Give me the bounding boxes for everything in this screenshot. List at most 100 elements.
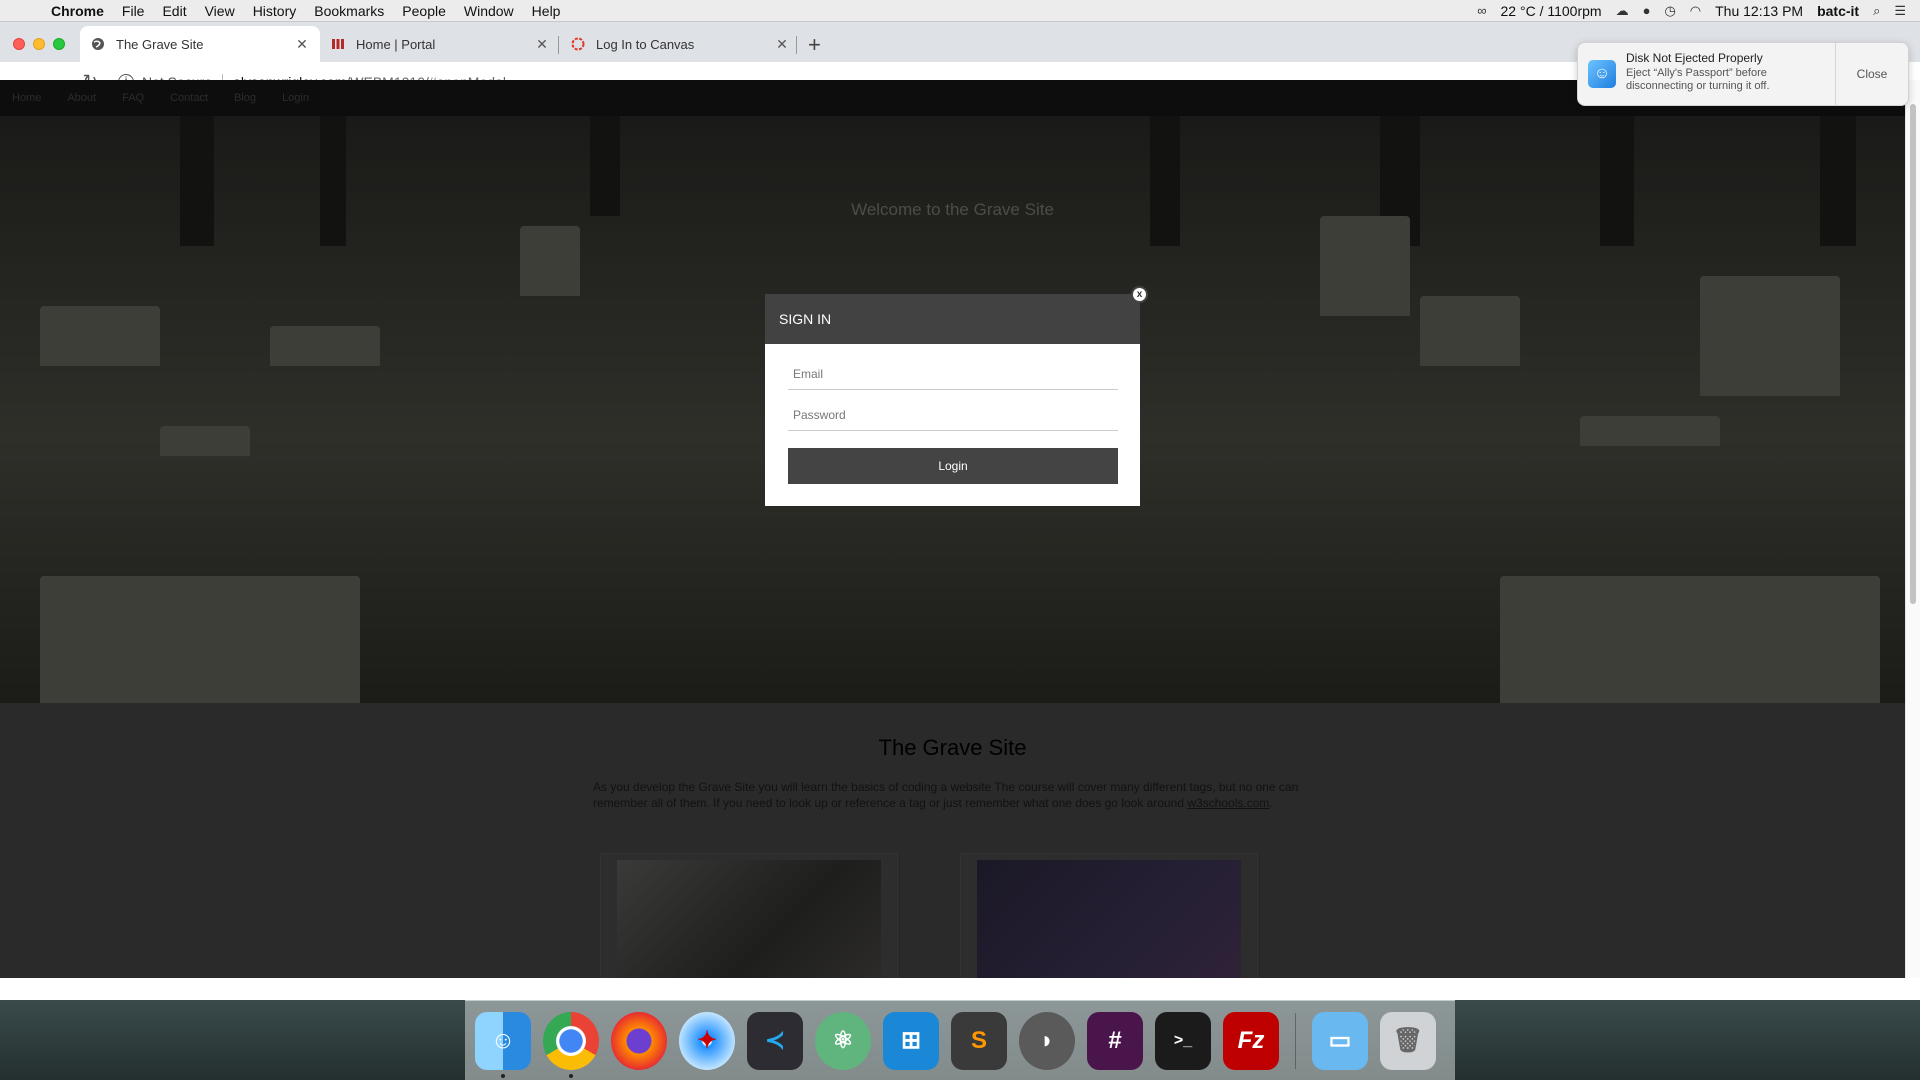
cloud-icon[interactable]: ☁ <box>1616 3 1629 19</box>
filezilla-dock-icon[interactable]: Fz <box>1223 1011 1279 1070</box>
squirrel-image-card <box>600 853 898 978</box>
tab-title: Log In to Canvas <box>596 36 695 52</box>
close-tab-icon[interactable]: ✕ <box>774 36 790 53</box>
dock-separator <box>1295 1012 1296 1069</box>
notification-body: Eject “Ally's Passport” before disconnec… <box>1626 67 1770 92</box>
close-tab-icon[interactable]: ✕ <box>294 36 310 53</box>
dock: ☺ ✦ ≺ ⚛ ⊞ S ◗ # >_ Fz ▭ 🗑 <box>465 1000 1455 1080</box>
tab-the-grave-site[interactable]: The Grave Site ✕ <box>80 26 320 62</box>
password-field[interactable] <box>788 399 1118 431</box>
gravestone <box>40 576 360 703</box>
modal-header: SIGN IN <box>765 294 1140 344</box>
disk-notification[interactable]: ☺ Disk Not Ejected Properly Eject “Ally'… <box>1577 42 1909 106</box>
site-nav-home[interactable]: Home <box>12 92 41 104</box>
site-nav-login[interactable]: Login <box>282 92 309 104</box>
tree-silhouette <box>320 116 346 246</box>
notification-center-icon[interactable]: ☰ <box>1894 3 1906 19</box>
menu-help[interactable]: Help <box>523 0 570 22</box>
tab-log-in-to-canvas[interactable]: Log In to Canvas ✕ <box>560 26 800 62</box>
sublime-text-dock-icon[interactable]: S <box>951 1011 1007 1070</box>
globe-icon <box>90 36 106 52</box>
macos-menu-bar: Chrome File Edit View History Bookmarks … <box>0 0 1920 22</box>
window-controls <box>13 38 65 50</box>
gravestone <box>270 326 380 366</box>
gravestone <box>1500 576 1880 703</box>
terminal-dock-icon[interactable]: >_ <box>1155 1011 1211 1070</box>
lightning-image-card <box>960 853 1258 978</box>
intro-paragraph: As you develop the Grave Site you will l… <box>593 779 1301 811</box>
section-heading: The Grave Site <box>878 735 1027 760</box>
menu-history[interactable]: History <box>244 0 306 22</box>
intro-section: The Grave Site As you develop the Grave … <box>0 703 1905 978</box>
firefox-dock-icon[interactable] <box>611 1011 667 1070</box>
w3schools-link[interactable]: w3schools.com <box>1187 796 1269 810</box>
lightning-cabin-image <box>977 860 1241 978</box>
gravestone <box>1700 276 1840 396</box>
finder-dock-icon[interactable]: ☺ <box>475 1011 531 1078</box>
page-viewport: Home About FAQ Contact Blog Login Welcom… <box>0 80 1905 978</box>
modal-title: SIGN IN <box>779 311 832 327</box>
chrome-dock-icon[interactable] <box>543 1011 599 1078</box>
weather-status[interactable]: 22 °C / 1100rpm <box>1501 3 1602 19</box>
tab-divider <box>558 36 559 54</box>
glasses-icon[interactable]: ∞ <box>1477 3 1486 18</box>
page-scrollbar[interactable] <box>1905 80 1920 978</box>
menu-file[interactable]: File <box>113 0 154 22</box>
email-field[interactable] <box>788 358 1118 390</box>
safari-dock-icon[interactable]: ✦ <box>679 1011 735 1070</box>
spotlight-search-icon[interactable]: ⌕ <box>1873 3 1880 19</box>
zoom-window-button[interactable] <box>53 38 65 50</box>
site-nav-about[interactable]: About <box>67 92 96 104</box>
tab-title: The Grave Site <box>116 36 204 52</box>
portal-icon <box>330 36 346 52</box>
gravestone <box>160 426 250 456</box>
atom-dock-icon[interactable]: ⚛ <box>815 1011 871 1070</box>
site-nav-contact[interactable]: Contact <box>170 92 208 104</box>
menu-view[interactable]: View <box>196 0 244 22</box>
bracket-dock-icon[interactable]: ⊞ <box>883 1011 939 1070</box>
clock[interactable]: Thu 12:13 PM <box>1715 3 1803 19</box>
menu-bookmarks[interactable]: Bookmarks <box>305 0 393 22</box>
wifi-icon[interactable]: ◠ <box>1690 3 1701 19</box>
menu-people[interactable]: People <box>393 0 455 22</box>
user-name[interactable]: batc-it <box>1817 3 1859 19</box>
menu-app-name[interactable]: Chrome <box>42 0 113 22</box>
gravestone <box>40 306 160 366</box>
menu-edit[interactable]: Edit <box>153 0 195 22</box>
sign-in-modal: SIGN IN x Login <box>765 286 1148 506</box>
site-nav-faq[interactable]: FAQ <box>122 92 144 104</box>
tree-silhouette <box>180 116 214 246</box>
close-window-button[interactable] <box>13 38 25 50</box>
gravestone <box>1580 416 1720 446</box>
tab-divider <box>796 36 797 54</box>
gravestone <box>1420 296 1520 366</box>
new-tab-plus-icon[interactable]: + <box>808 32 821 58</box>
gravestone <box>520 226 580 296</box>
gravestone <box>1320 216 1410 316</box>
intro-text-end: . <box>1269 796 1273 810</box>
canvas-icon <box>570 36 586 52</box>
paw-icon[interactable]: ● <box>1643 3 1651 18</box>
squirrel-image <box>617 860 881 978</box>
slack-dock-icon[interactable]: # <box>1087 1011 1143 1070</box>
scrollbar-thumb[interactable] <box>1910 104 1916 604</box>
finder-icon: ☺ <box>1578 43 1626 105</box>
tree-silhouette <box>1600 116 1634 246</box>
time-machine-icon[interactable]: ◷ <box>1664 3 1675 19</box>
tableplus-dock-icon[interactable]: ◗ <box>1019 1011 1075 1070</box>
hero-title: Welcome to the Grave Site <box>851 200 1054 219</box>
modal-close-button[interactable]: x <box>1131 286 1148 303</box>
site-nav-blog[interactable]: Blog <box>234 92 256 104</box>
tab-title: Home | Portal <box>356 36 436 52</box>
folder-dock-icon[interactable]: ▭ <box>1312 1011 1368 1070</box>
notification-close-button[interactable]: Close <box>1836 43 1908 105</box>
login-button[interactable]: Login <box>788 448 1118 484</box>
tab-home-portal[interactable]: Home | Portal ✕ <box>320 26 560 62</box>
close-tab-icon[interactable]: ✕ <box>534 36 550 53</box>
menu-window[interactable]: Window <box>455 0 523 22</box>
minimize-window-button[interactable] <box>33 38 45 50</box>
tree-silhouette <box>1150 116 1180 246</box>
notification-text: Disk Not Ejected Properly Eject “Ally's … <box>1626 43 1836 105</box>
vscode-dock-icon[interactable]: ≺ <box>747 1011 803 1070</box>
trash-dock-icon[interactable]: 🗑 <box>1380 1011 1436 1070</box>
